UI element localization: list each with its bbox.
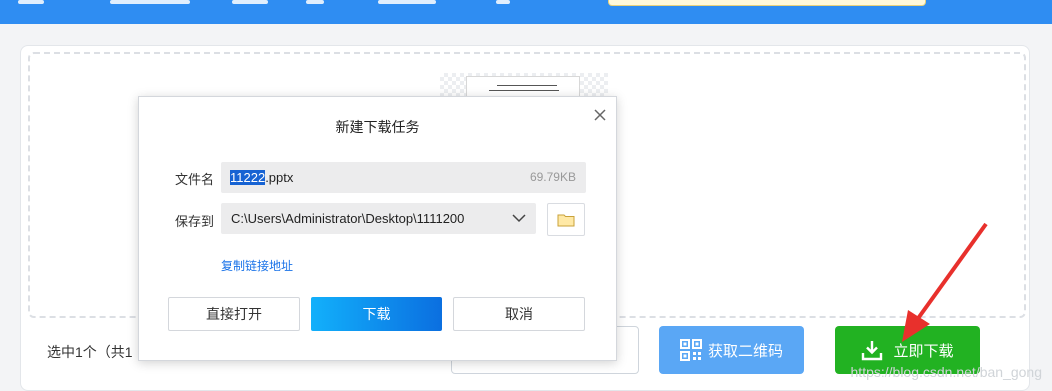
save-path-value: C:\Users\Administrator\Desktop\1111200 bbox=[231, 211, 465, 226]
annotation-arrow-icon bbox=[902, 222, 988, 342]
filename-value[interactable]: 11222.pptx bbox=[230, 170, 293, 185]
nav-item-stub bbox=[496, 0, 510, 4]
nav-item-stub bbox=[232, 0, 268, 4]
saveto-label: 保存到 bbox=[175, 214, 215, 229]
filename-label: 文件名 bbox=[175, 172, 215, 187]
nav-item-stub bbox=[18, 0, 44, 4]
selection-count-text: 选中1个（共1 bbox=[47, 344, 133, 360]
new-download-dialog: 新建下载任务 文件名 11222.pptx 69.79KB 保存到 C:\Use… bbox=[138, 96, 617, 361]
watermark-text: https://blog.csdn.net/ban_gong bbox=[850, 364, 1042, 380]
filename-extension: .pptx bbox=[265, 170, 294, 185]
nav-item-stub bbox=[306, 0, 324, 4]
file-size: 69.79KB bbox=[529, 170, 576, 184]
nav-item-stub bbox=[110, 0, 190, 4]
qr-button-label: 获取二维码 bbox=[707, 342, 783, 360]
close-icon[interactable] bbox=[592, 107, 608, 123]
top-nav-bar bbox=[0, 0, 1052, 24]
browse-folder-button[interactable] bbox=[547, 203, 585, 236]
get-qr-code-button[interactable]: 获取二维码 bbox=[659, 326, 804, 374]
nav-item-stub bbox=[378, 0, 436, 4]
chevron-down-icon[interactable] bbox=[512, 213, 526, 223]
folder-icon bbox=[557, 214, 575, 226]
cancel-button[interactable]: 取消 bbox=[453, 297, 585, 331]
copy-link-address[interactable]: 复制链接地址 bbox=[221, 257, 293, 274]
text-line bbox=[497, 85, 557, 86]
text-line bbox=[489, 90, 559, 91]
open-directly-button[interactable]: 直接打开 bbox=[168, 297, 300, 331]
dialog-title: 新建下载任务 bbox=[335, 119, 420, 135]
qr-code-icon bbox=[679, 339, 702, 361]
search-box[interactable] bbox=[608, 0, 926, 6]
download-icon bbox=[862, 341, 883, 361]
filename-field[interactable]: 11222.pptx 69.79KB bbox=[221, 162, 586, 193]
filename-selected-text: 11222 bbox=[230, 170, 266, 185]
save-path-select[interactable]: C:\Users\Administrator\Desktop\1111200 bbox=[221, 203, 536, 234]
download-button[interactable]: 下载 bbox=[311, 297, 442, 331]
